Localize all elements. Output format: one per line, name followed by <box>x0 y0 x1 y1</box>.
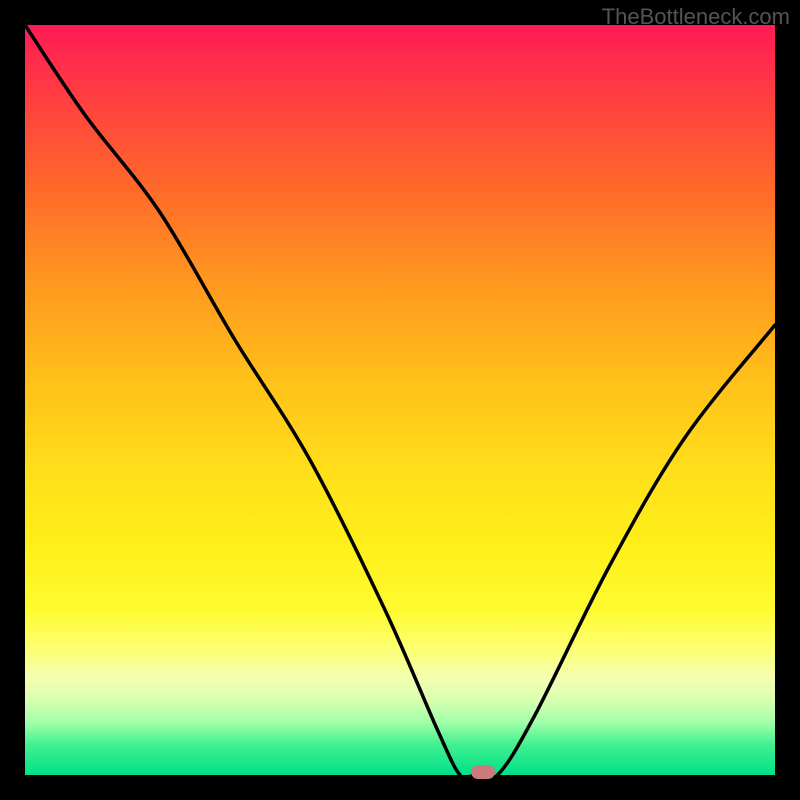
bottleneck-curve-path <box>25 25 775 775</box>
minimum-marker <box>471 765 495 779</box>
chart-frame: TheBottleneck.com <box>0 0 800 800</box>
watermark-text: TheBottleneck.com <box>602 4 790 30</box>
curve-svg <box>25 25 775 775</box>
plot-area <box>25 25 775 775</box>
